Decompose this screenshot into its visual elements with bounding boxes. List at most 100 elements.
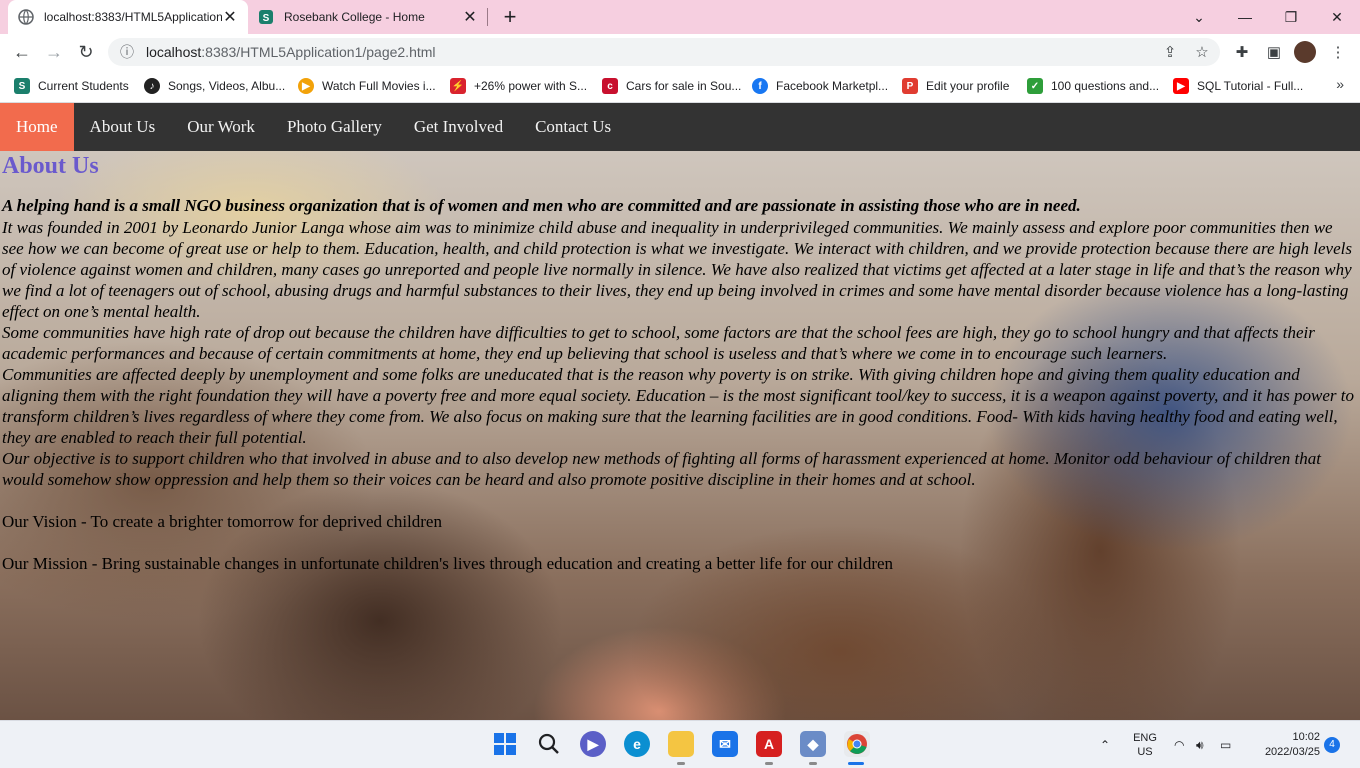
svg-text:S: S (263, 13, 270, 24)
profile-edit-icon: P (902, 78, 918, 94)
extensions-icon[interactable]: ✚ (1230, 38, 1254, 66)
rosebank-icon: S (258, 9, 274, 25)
running-indicator (677, 762, 685, 765)
keyboard-region: US (1137, 746, 1153, 758)
tab-search-icon[interactable]: ⌄ (1176, 0, 1222, 34)
minimize-icon[interactable]: — (1222, 0, 1268, 34)
system-clock[interactable]: 10:02 2022/03/25 (1244, 730, 1320, 760)
bookmark-questions[interactable]: ✓ 100 questions and... (1027, 76, 1159, 96)
mail-icon[interactable]: ✉ (712, 731, 738, 757)
paragraph-objective: Our objective is to support children who… (2, 449, 1321, 489)
paragraph-poverty: Communities are affected deeply by unemp… (2, 365, 1354, 447)
tab-title: localhost:8383/HTML5Application1/page2.h… (44, 10, 222, 24)
side-panel-icon[interactable]: ▣ (1262, 38, 1286, 66)
bookmark-label: Songs, Videos, Albu... (168, 79, 286, 93)
tab-separator (487, 8, 488, 26)
clock-time: 10:02 (1292, 731, 1320, 743)
language-code: ENG (1133, 732, 1157, 744)
wifi-icon[interactable]: ◠ (1174, 721, 1184, 768)
chat-icon[interactable]: ▶ (580, 731, 606, 757)
more-bookmarks-icon[interactable]: » (1336, 76, 1344, 92)
running-indicator (809, 762, 817, 765)
site-info-icon[interactable]: ⓘ (120, 42, 134, 62)
chrome-icon[interactable] (844, 731, 870, 757)
share-icon[interactable]: ⇪ (1158, 38, 1182, 66)
page-title: About Us (2, 153, 99, 179)
profile-avatar[interactable] (1294, 41, 1316, 63)
menu-icon[interactable]: ⋮ (1326, 38, 1350, 66)
bookmark-movies[interactable]: ▶ Watch Full Movies i... (298, 76, 436, 96)
bookmark-songs[interactable]: ♪ Songs, Videos, Albu... (144, 76, 285, 96)
nav-about-us[interactable]: About Us (74, 103, 172, 151)
bookmark-cars[interactable]: c Cars for sale in Sou... (602, 76, 741, 96)
close-tab-icon[interactable]: ✕ (222, 7, 238, 27)
music-icon: ♪ (144, 78, 160, 94)
close-window-icon[interactable]: ✕ (1314, 0, 1360, 34)
edge-icon[interactable]: e (624, 731, 650, 757)
bookmark-label: Watch Full Movies i... (322, 79, 436, 93)
virtualbox-icon[interactable]: ◆ (800, 731, 826, 757)
tab-page2[interactable]: localhost:8383/HTML5Application1/page2.h… (8, 0, 248, 34)
input-language[interactable]: ENG US (1130, 731, 1160, 759)
reload-icon[interactable]: ↻ (72, 38, 100, 66)
running-indicator (765, 762, 773, 765)
url-text: localhost:8383/HTML5Application1/page2.h… (146, 44, 436, 60)
bookmark-label: SQL Tutorial - Full... (1197, 79, 1304, 93)
bookmark-label: 100 questions and... (1051, 79, 1160, 93)
browser-toolbar: ← → ↻ ⓘ localhost:8383/HTML5Application1… (0, 34, 1360, 70)
notification-badge[interactable]: 4 (1324, 737, 1340, 753)
volume-icon[interactable]: 🔊︎ (1196, 721, 1204, 768)
youtube-icon: ▶ (1173, 78, 1189, 94)
address-bar[interactable]: ⓘ localhost:8383/HTML5Application1/page2… (108, 38, 1220, 66)
paragraph-dropout: Some communities have high rate of drop … (2, 323, 1315, 363)
globe-icon (18, 9, 34, 25)
show-hidden-icons-icon[interactable]: ⌃ (1100, 721, 1110, 768)
bookmark-star-icon[interactable]: ☆ (1190, 38, 1214, 66)
paragraph-history: It was founded in 2001 by Leonardo Junio… (2, 218, 1352, 321)
quiz-icon: ✓ (1027, 78, 1043, 94)
bookmark-power[interactable]: ⚡ +26% power with S... (450, 76, 587, 96)
acrobat-icon[interactable]: A (756, 731, 782, 757)
bookmark-label: +26% power with S... (474, 79, 588, 93)
site-navigation: Home About Us Our Work Photo Gallery Get… (0, 103, 1360, 151)
nav-contact-us[interactable]: Contact Us (519, 103, 627, 151)
power-icon: ⚡ (450, 78, 466, 94)
vision-statement: Our Vision - To create a brighter tomorr… (2, 512, 442, 531)
bookmark-sql[interactable]: ▶ SQL Tutorial - Full... (1173, 76, 1303, 96)
tab-title: Rosebank College - Home (284, 10, 425, 24)
nav-get-involved[interactable]: Get Involved (398, 103, 519, 151)
bookmark-label: Current Students (38, 79, 129, 93)
play-icon: ▶ (298, 78, 314, 94)
clock-date: 2022/03/25 (1264, 746, 1320, 758)
battery-icon[interactable]: ▭ (1220, 721, 1231, 768)
facebook-icon: f (752, 78, 768, 94)
cars-icon: c (602, 78, 618, 94)
tab-rosebank[interactable]: S Rosebank College - Home ✕ (248, 0, 488, 34)
start-icon[interactable] (492, 731, 518, 757)
bookmark-current-students[interactable]: S Current Students (14, 76, 129, 96)
forward-icon[interactable]: → (40, 38, 68, 66)
windows-taskbar: ▶ e ✉ A ◆ ⌃ ENG US ◠ 🔊︎ ▭ 10:02 2022/03/… (0, 720, 1360, 768)
back-icon[interactable]: ← (8, 38, 36, 66)
nav-home[interactable]: Home (0, 103, 74, 151)
tab-strip: localhost:8383/HTML5Application1/page2.h… (0, 0, 1360, 34)
page-viewport: Home About Us Our Work Photo Gallery Get… (0, 103, 1360, 720)
bookmark-facebook[interactable]: f Facebook Marketpl... (752, 76, 888, 96)
restore-icon[interactable]: ❐ (1268, 0, 1314, 34)
nav-our-work[interactable]: Our Work (171, 103, 271, 151)
search-icon[interactable] (536, 731, 562, 757)
bookmark-edit-profile[interactable]: P Edit your profile (902, 76, 1009, 96)
bookmark-label: Facebook Marketpl... (776, 79, 889, 93)
new-tab-button[interactable]: + (498, 4, 522, 30)
file-explorer-icon[interactable] (668, 731, 694, 757)
bookmark-label: Edit your profile (926, 79, 1010, 93)
intro-statement: A helping hand is a small NGO business o… (2, 196, 1081, 215)
mission-statement: Our Mission - Bring sustainable changes … (2, 554, 894, 573)
rosebank-icon: S (14, 78, 30, 94)
about-content: About Us A helping hand is a small NGO b… (0, 151, 1360, 574)
bookmarks-bar: S Current Students ♪ Songs, Videos, Albu… (0, 70, 1360, 103)
active-indicator (848, 762, 864, 765)
close-tab-icon[interactable]: ✕ (462, 7, 478, 27)
bookmark-label: Cars for sale in Sou... (626, 79, 742, 93)
nav-photo-gallery[interactable]: Photo Gallery (271, 103, 398, 151)
